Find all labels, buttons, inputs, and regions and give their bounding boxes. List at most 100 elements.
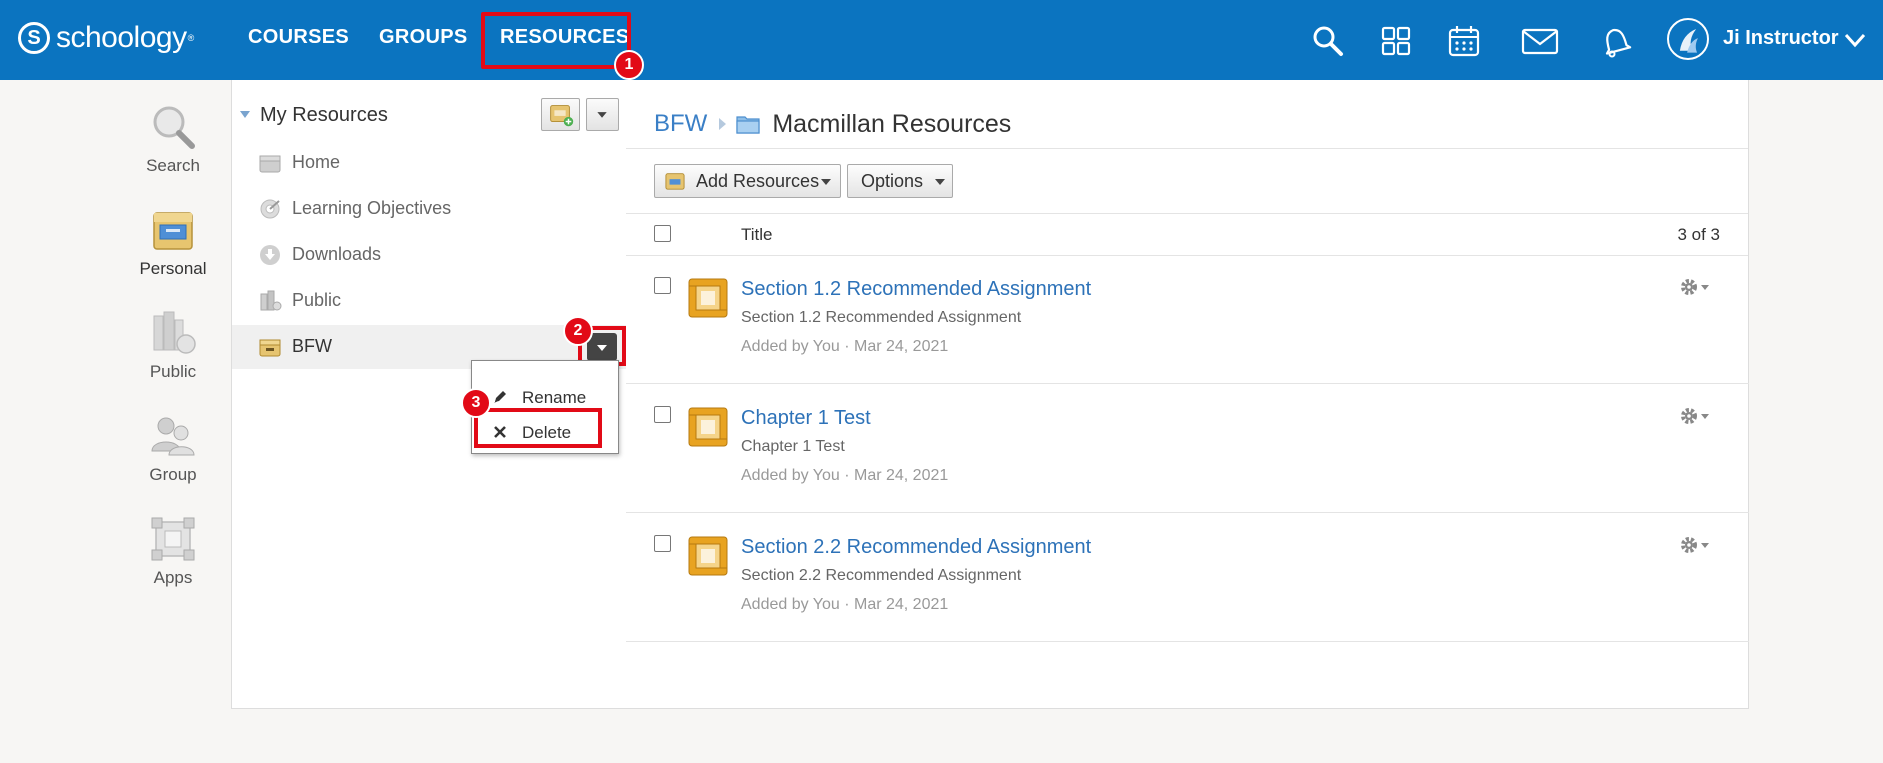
search-icon[interactable] xyxy=(1311,24,1345,58)
add-resources-label: Add Resources xyxy=(696,171,820,191)
rail-public[interactable]: Public xyxy=(133,308,213,382)
rename-label: Rename xyxy=(522,388,587,407)
gear-icon[interactable] xyxy=(1679,277,1711,297)
resource-title-link[interactable]: Chapter 1 Test xyxy=(741,407,871,430)
folder-label-home: Home xyxy=(292,152,341,172)
resource-meta: Added by You · Mar 24, 2021 xyxy=(741,467,949,484)
resource-meta: Added by You · Mar 24, 2021 xyxy=(741,596,949,613)
user-avatar[interactable] xyxy=(1667,18,1709,60)
calendar-icon[interactable] xyxy=(1447,24,1481,58)
breadcrumb-bfw-link[interactable]: BFW xyxy=(654,110,707,138)
options-label: Options xyxy=(861,171,924,191)
collapse-caret-icon[interactable] xyxy=(240,111,250,118)
group-people-icon xyxy=(151,417,195,456)
step-2-badge: 2 xyxy=(563,316,593,346)
folder-item-learning-objectives[interactable]: Learning Objectives xyxy=(232,187,626,231)
home-box-icon xyxy=(259,155,281,173)
notifications-bell-icon[interactable] xyxy=(1598,24,1632,58)
public-library-icon xyxy=(153,311,196,354)
rail-apps[interactable]: Apps xyxy=(133,514,213,588)
my-resources-header: My Resources xyxy=(232,98,626,138)
folder-icon xyxy=(736,116,760,134)
divider xyxy=(626,512,1749,513)
target-icon xyxy=(260,199,280,219)
resource-title-link[interactable]: Section 1.2 Recommended Assignment xyxy=(741,278,1091,301)
public-building-icon xyxy=(260,290,282,311)
divider xyxy=(626,641,1749,642)
page-title: Macmillan Resources xyxy=(772,109,1012,138)
row-checkbox[interactable] xyxy=(654,277,671,294)
folder-label-bfw: BFW xyxy=(292,336,332,356)
folder-label-downloads: Downloads xyxy=(292,244,382,264)
rail-personal-label: Personal xyxy=(139,259,207,278)
resources-highlight-box xyxy=(481,12,631,69)
assignment-icon xyxy=(688,407,728,447)
schoology-logo[interactable]: S schoology ® xyxy=(18,20,194,56)
rail-group[interactable]: Group xyxy=(133,411,213,485)
resource-row: Section 1.2 Recommended Assignment Secti… xyxy=(626,256,1749,384)
collection-box-icon xyxy=(259,339,281,357)
resource-row: Chapter 1 Test Chapter 1 Test Added by Y… xyxy=(626,385,1749,513)
folder-item-public[interactable]: Public xyxy=(232,279,626,323)
breadcrumb: BFW Macmillan Resources xyxy=(654,106,1011,142)
row-checkbox[interactable] xyxy=(654,406,671,423)
avatar-swoosh-icon xyxy=(1679,29,1698,53)
gear-icon[interactable] xyxy=(1679,535,1711,555)
breadcrumb-separator-icon xyxy=(719,118,727,130)
top-navigation-bar: S schoology ® COURSES GROUPS RESOURCES 1 xyxy=(0,0,1883,80)
add-collection-button[interactable] xyxy=(541,98,580,131)
divider xyxy=(626,148,1748,149)
rail-public-label: Public xyxy=(149,362,197,381)
my-resources-title[interactable]: My Resources xyxy=(260,104,388,127)
resource-title-link[interactable]: Section 2.2 Recommended Assignment xyxy=(741,536,1091,559)
divider xyxy=(626,383,1749,384)
apps-icon xyxy=(151,517,195,561)
item-count: 3 of 3 xyxy=(1677,225,1720,244)
rail-personal[interactable]: Personal xyxy=(133,205,213,279)
resources-main-panel: BFW Macmillan Resources Add Resources Op… xyxy=(626,80,1749,709)
column-header-title[interactable]: Title xyxy=(741,225,773,245)
assignment-icon xyxy=(688,278,728,318)
add-resources-button[interactable]: Add Resources xyxy=(654,164,841,198)
collections-options-dropdown[interactable] xyxy=(586,98,619,131)
magnifier-icon xyxy=(153,106,195,149)
divider xyxy=(626,213,1748,214)
step-3-badge: 3 xyxy=(461,388,491,418)
select-all-checkbox[interactable] xyxy=(654,225,671,242)
options-button[interactable]: Options xyxy=(847,164,953,198)
pencil-icon xyxy=(494,391,506,403)
resource-row: Section 2.2 Recommended Assignment Secti… xyxy=(626,514,1749,642)
add-resources-box-icon xyxy=(665,173,685,190)
rail-search-label: Search xyxy=(146,156,200,175)
chevron-down-icon[interactable] xyxy=(1843,28,1867,52)
rail-apps-label: Apps xyxy=(153,568,193,587)
add-collection-icon xyxy=(550,105,574,127)
resource-description: Section 1.2 Recommended Assignment xyxy=(741,309,1022,326)
caret-down-icon xyxy=(935,179,945,185)
step-1-badge: 1 xyxy=(614,50,644,80)
folder-item-home[interactable]: Home xyxy=(232,141,626,185)
mail-icon[interactable] xyxy=(1521,24,1559,58)
resource-description: Section 2.2 Recommended Assignment xyxy=(741,567,1022,584)
apps-grid-icon[interactable] xyxy=(1379,24,1413,58)
folder-label-public: Public xyxy=(292,290,342,310)
rail-group-label: Group xyxy=(149,465,197,484)
delete-highlight-box xyxy=(474,408,602,448)
folder-label-learning-objectives: Learning Objectives xyxy=(292,198,452,218)
rail-search[interactable]: Search xyxy=(133,102,213,176)
nav-courses[interactable]: COURSES xyxy=(248,26,349,49)
caret-down-icon xyxy=(821,179,831,185)
caret-down-icon xyxy=(597,112,607,118)
download-icon xyxy=(260,245,280,265)
personal-resources-icon xyxy=(153,212,193,250)
resource-meta: Added by You · Mar 24, 2021 xyxy=(741,338,949,355)
row-checkbox[interactable] xyxy=(654,535,671,552)
gear-icon[interactable] xyxy=(1679,406,1711,426)
nav-groups[interactable]: GROUPS xyxy=(379,26,467,49)
schoology-s-icon: S xyxy=(18,22,50,54)
logo-trademark: ® xyxy=(187,33,195,43)
user-name[interactable]: Ji Instructor xyxy=(1723,27,1839,50)
resource-description: Chapter 1 Test xyxy=(741,438,845,455)
logo-text: schoology xyxy=(56,21,187,54)
folder-item-downloads[interactable]: Downloads xyxy=(232,233,626,277)
